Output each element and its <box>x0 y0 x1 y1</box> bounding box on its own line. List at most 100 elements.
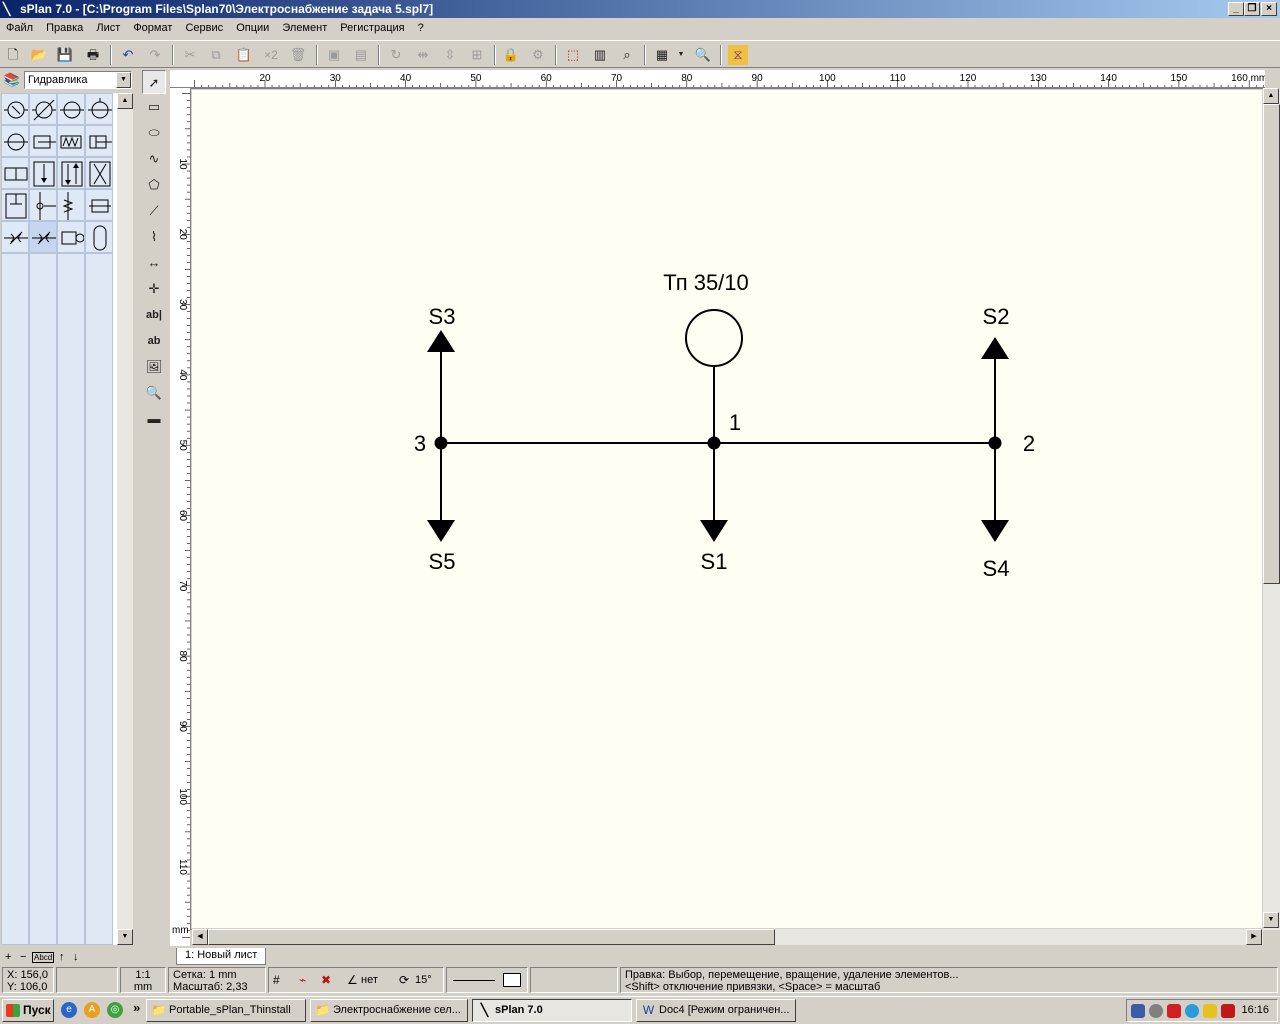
undo-icon[interactable]: ↶ <box>118 45 138 65</box>
magnifier-icon[interactable]: 🔍 <box>142 381 166 405</box>
antivirus-tray-icon[interactable] <box>1221 1004 1235 1018</box>
menu-edit[interactable]: Правка <box>41 18 88 38</box>
cut-icon[interactable]: ✂ <box>180 45 200 65</box>
grid-dropdown-icon[interactable]: ▼ <box>675 45 687 65</box>
mirror-vertical-icon[interactable]: ⇳ <box>440 45 460 65</box>
new-file-icon[interactable]: 🗋 <box>3 45 23 65</box>
close-button[interactable]: × <box>1261 2 1277 16</box>
library-symbol-pump[interactable] <box>1 125 29 157</box>
menu-element[interactable]: Элемент <box>277 18 332 38</box>
canvas-horizontal-scrollbar[interactable]: ◀ ▶ <box>192 929 1263 945</box>
select-all-icon[interactable]: ⬚ <box>563 45 583 65</box>
library-select[interactable]: Гидравлика ▼ <box>24 71 132 89</box>
copy-icon[interactable]: ⧉ <box>206 45 226 65</box>
parts-list-icon[interactable]: ▥ <box>590 45 610 65</box>
library-symbol-check-valve[interactable] <box>29 189 57 221</box>
redo-icon[interactable]: ↷ <box>145 45 165 65</box>
library-add-button[interactable]: + <box>5 948 11 966</box>
library-symbol-cylinder[interactable] <box>29 125 57 157</box>
ellipse-icon[interactable]: ⬭ <box>142 121 166 145</box>
textbox-tool-icon[interactable]: ab <box>142 329 166 353</box>
library-symbol-flow-cross[interactable] <box>85 157 113 189</box>
rectangle-icon[interactable]: ▭ <box>142 95 166 119</box>
grid-icon[interactable]: ▦ <box>652 45 672 65</box>
connection-point-icon[interactable]: ✛ <box>142 277 166 301</box>
dimension-icon[interactable]: ↔ <box>142 251 166 275</box>
library-symbol-meter[interactable] <box>57 93 85 125</box>
library-book-icon[interactable]: 📚 <box>3 72 21 88</box>
security-tray-icon[interactable] <box>1167 1004 1181 1018</box>
quicklaunch-more-chevron[interactable]: » <box>133 1000 140 1015</box>
image-icon[interactable]: 🖼 <box>142 355 166 379</box>
save-icon[interactable]: 💾 <box>55 45 75 65</box>
text-tool-icon[interactable]: ab| <box>142 303 166 327</box>
horizontal-scroll-thumb[interactable] <box>208 929 775 945</box>
duplicate-x2-icon[interactable]: ×2 <box>261 45 281 65</box>
snap-angle-icon[interactable]: ∠ <box>347 969 358 991</box>
scroll-up-icon[interactable]: ▲ <box>117 93 133 109</box>
menu-format[interactable]: Формат <box>128 18 177 38</box>
menu-registration[interactable]: Регистрация <box>335 18 409 38</box>
delete-trash-icon[interactable]: 🗑 <box>288 45 308 65</box>
library-symbol-filter[interactable] <box>85 189 113 221</box>
menu-file[interactable]: Файл <box>0 18 38 38</box>
library-symbol-cylinder[interactable] <box>85 125 113 157</box>
sheet-tab-1[interactable]: 1: Новый лист <box>176 948 267 965</box>
canvas-vertical-scrollbar[interactable]: ▲ ▼ <box>1263 88 1280 930</box>
find-binoculars-icon[interactable]: ⌕ <box>617 45 637 65</box>
tray-icon[interactable] <box>1149 1004 1163 1018</box>
taskbar-button-portable-splan[interactable]: 📁 Portable_sPlan_Thinstall <box>146 999 306 1022</box>
menu-options[interactable]: Опции <box>231 18 274 38</box>
scroll-down-icon[interactable]: ▼ <box>1263 912 1279 928</box>
library-move-up-button[interactable]: ↑ <box>59 948 65 966</box>
grid-toggle-icon[interactable]: # <box>273 969 280 991</box>
start-button[interactable]: Пуск <box>2 999 54 1022</box>
library-symbol-spring-valve[interactable] <box>57 189 85 221</box>
tray-icon[interactable] <box>1185 1004 1199 1018</box>
library-symbol-meter[interactable] <box>85 93 113 125</box>
print-icon[interactable]: 🖶 <box>83 45 103 65</box>
library-symbol-adjustable-gauge[interactable] <box>29 93 57 125</box>
drawing-canvas[interactable]: Тп 35/10 S3 S2 S5 S1 S4 3 1 2 <box>192 90 1262 928</box>
line-icon[interactable]: ⟋ <box>142 199 166 223</box>
library-symbol-tank[interactable] <box>85 221 113 253</box>
component-icon[interactable]: ⧖ <box>728 45 748 65</box>
quicklaunch-app-icon[interactable]: A <box>84 1002 100 1018</box>
library-remove-button[interactable]: − <box>20 948 26 966</box>
rotate-icon[interactable]: ↻ <box>386 45 406 65</box>
quicklaunch-ie-icon[interactable]: e <box>61 1002 77 1018</box>
paste-icon[interactable]: 📋 <box>234 45 254 65</box>
send-back-icon[interactable]: ▤ <box>351 45 371 65</box>
rotate-angle-icon[interactable]: ⟳ <box>399 969 409 991</box>
library-scrollbar[interactable]: ▲ ▼ <box>117 93 133 945</box>
scroll-right-icon[interactable]: ▶ <box>1246 929 1262 945</box>
measure-ruler-icon[interactable]: ▬ <box>142 407 166 431</box>
scroll-left-icon[interactable]: ◀ <box>192 929 208 945</box>
menu-service[interactable]: Сервис <box>180 18 228 38</box>
fill-color-preview[interactable] <box>503 973 521 987</box>
align-icon[interactable]: ⊞ <box>467 45 487 65</box>
freehand-icon[interactable]: ∿ <box>142 147 166 171</box>
mirror-horizontal-icon[interactable]: ⇹ <box>413 45 433 65</box>
taskbar-button-doc4[interactable]: W Doc4 [Режим ограничен... <box>636 999 796 1022</box>
line-style-preview[interactable] <box>453 980 495 981</box>
ungroup-icon[interactable]: ⚙ <box>528 45 548 65</box>
minimize-button[interactable]: _ <box>1228 2 1244 16</box>
splan-app-icon[interactable]: ╲ <box>3 2 17 16</box>
library-symbol-throttle-selected[interactable] <box>29 221 57 253</box>
library-symbol-flow-updown[interactable] <box>57 157 85 189</box>
scroll-up-icon[interactable]: ▲ <box>1263 88 1279 104</box>
quicklaunch-app-icon[interactable]: ◎ <box>107 1002 123 1018</box>
chevron-down-icon[interactable]: ▼ <box>116 72 131 88</box>
bezier-icon[interactable]: ⌇ <box>142 225 166 249</box>
snap-off-icon[interactable]: ✖ <box>321 969 331 991</box>
group-lock-icon[interactable]: 🔒 <box>501 45 521 65</box>
snap-magnet-icon[interactable]: ⌁ <box>299 969 306 991</box>
zoom-fit-icon[interactable]: 🔍 <box>693 45 713 65</box>
taskbar-button-splan[interactable]: ╲ sPlan 7.0 <box>472 999 632 1022</box>
network-tray-icon[interactable] <box>1131 1004 1145 1018</box>
restore-button[interactable]: ❐ <box>1244 2 1260 16</box>
menu-help[interactable]: ? <box>413 18 429 38</box>
library-symbol-block[interactable] <box>1 189 29 221</box>
taskbar-button-elektrosnabzhenie[interactable]: 📁 Электроснабжение сел... <box>310 999 468 1022</box>
